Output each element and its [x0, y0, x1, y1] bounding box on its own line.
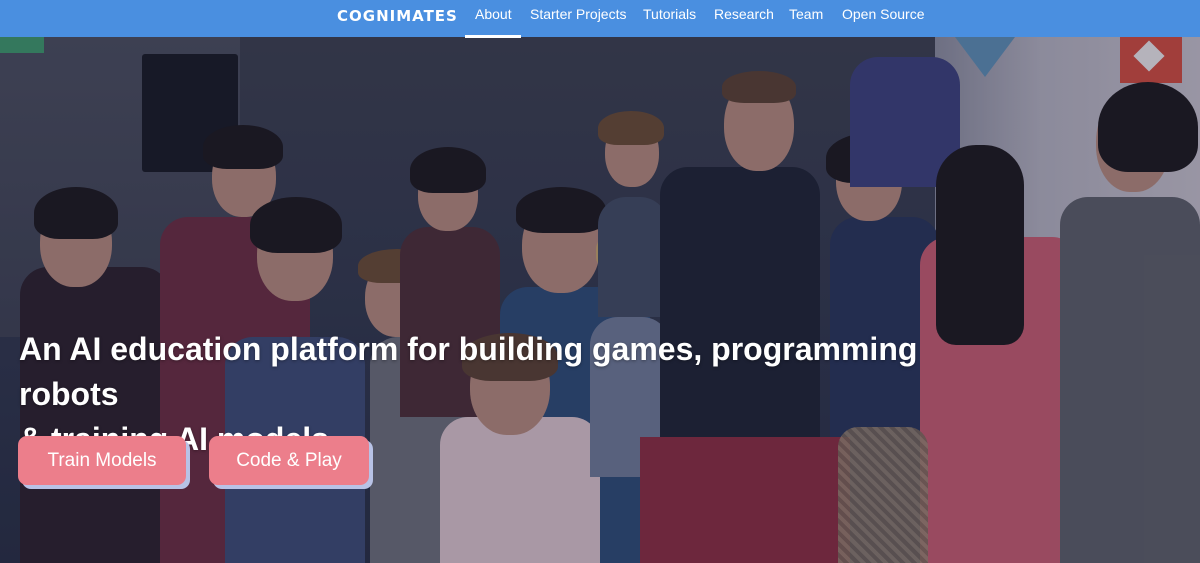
active-tab-indicator	[465, 35, 521, 38]
hero-headline-line-1: An AI education platform for building ga…	[19, 331, 918, 412]
nav-link-starter-projects[interactable]: Starter Projects	[530, 6, 626, 22]
nav-link-team[interactable]: Team	[789, 6, 823, 22]
nav-link-open-source[interactable]: Open Source	[842, 6, 925, 22]
hero-section: An AI education platform for building ga…	[0, 37, 1200, 563]
brand-logo[interactable]: COGNIMATES	[337, 7, 458, 27]
nav-link-tutorials[interactable]: Tutorials	[643, 6, 696, 22]
train-models-button[interactable]: Train Models	[18, 436, 186, 485]
code-and-play-button[interactable]: Code & Play	[209, 436, 369, 485]
nav-link-about[interactable]: About	[475, 6, 512, 22]
nav-link-research[interactable]: Research	[714, 6, 774, 22]
top-navbar: COGNIMATES About Starter Projects Tutori…	[0, 0, 1200, 38]
